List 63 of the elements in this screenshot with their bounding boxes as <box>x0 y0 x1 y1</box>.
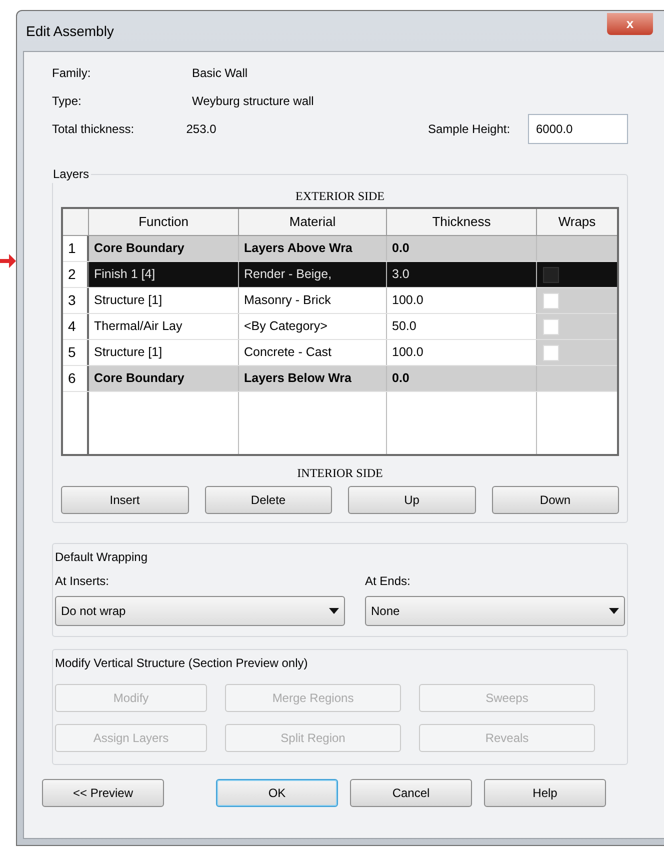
table-cell-text: Structure [1] <box>94 344 162 362</box>
dialog-button[interactable]: Cancel <box>350 779 472 807</box>
row-number: 6 <box>68 369 76 388</box>
property-value: 253.0 <box>186 121 218 138</box>
table-cell-text: Structure [1] <box>94 292 162 310</box>
column-header: Material <box>289 213 336 232</box>
dropdown[interactable]: Do not wrap <box>55 596 345 626</box>
exterior-caption: EXTERIOR SIDE <box>296 188 384 205</box>
dropdown-caret-icon <box>329 608 339 614</box>
column-header: Function <box>138 213 188 232</box>
dialog-button[interactable]: Delete <box>204 486 332 514</box>
table-cell-text: Thermal/Air Lay <box>94 318 182 336</box>
sample-height-label: Sample Height: <box>428 121 512 138</box>
row-number: 1 <box>68 239 76 258</box>
dialog-button[interactable]: Down <box>492 486 619 514</box>
column-header: Wraps <box>558 213 596 232</box>
group-title: Modify Vertical Structure (Section Preview only) <box>55 655 309 672</box>
pointer-arrow-icon <box>0 254 16 268</box>
table-cell-text: 0.0 <box>392 370 410 388</box>
row-number: 3 <box>68 291 76 310</box>
table-cell-text: Layers Above Wra <box>244 240 352 258</box>
property-label: Total thickness: <box>52 121 136 138</box>
table-cell-text: 100.0 <box>392 292 424 310</box>
dialog-button[interactable]: OK <box>216 779 338 807</box>
layer-row[interactable]: 6 Core Boundary Layers Below Wra 0.0 <box>63 366 617 392</box>
dropdown-label: At Inserts: <box>55 573 110 590</box>
dropdown-caret-icon <box>609 608 619 614</box>
table-cell-text: Layers Below Wra <box>244 370 352 388</box>
table-cell-text: Finish 1 [4] <box>94 266 156 284</box>
table-cell-text: 3.0 <box>392 266 410 284</box>
sample-height-field[interactable]: 6000.0 <box>528 114 628 144</box>
table-cell-text: Masonry - Brick <box>244 292 331 310</box>
table-cell-text: <By Category> <box>244 318 328 336</box>
table-cell-text: Render - Beige, <box>244 266 332 284</box>
dropdown[interactable]: None <box>365 596 625 626</box>
dialog-button[interactable]: Up <box>348 486 476 514</box>
layer-row[interactable]: 4 Thermal/Air Lay <By Category> 50.0 <box>63 314 617 340</box>
layer-row[interactable]: 1 Core Boundary Layers Above Wra 0.0 <box>63 236 617 262</box>
property-label: Type: <box>52 93 82 110</box>
dialog-button[interactable]: << Preview <box>42 779 164 807</box>
table-cell-text: Concrete - Cast <box>244 344 332 362</box>
table-cell-text: Core Boundary <box>94 240 184 258</box>
property-value: Weyburg structure wall <box>192 93 315 110</box>
layer-row[interactable]: 5 Structure [1] Concrete - Cast 100.0 <box>63 340 617 366</box>
layer-row[interactable]: 3 Structure [1] Masonry - Brick 100.0 <box>63 288 617 314</box>
dropdown-label: At Ends: <box>365 573 412 590</box>
property-label: Family: <box>52 65 92 82</box>
table-cell-text: 100.0 <box>392 344 424 362</box>
group-title: Default Wrapping <box>55 549 148 566</box>
table-cell-text: 0.0 <box>392 240 410 258</box>
row-number: 4 <box>68 317 76 336</box>
dialog-button[interactable]: Help <box>484 779 606 807</box>
table-cell-text: 50.0 <box>392 318 416 336</box>
row-number: 5 <box>68 343 76 362</box>
layer-row[interactable]: 2 Finish 1 [4] Render - Beige, 3.0 <box>63 262 617 288</box>
column-header: Thickness <box>432 213 491 232</box>
property-value: Basic Wall <box>192 65 249 82</box>
interior-caption: INTERIOR SIDE <box>297 465 383 482</box>
dialog-button[interactable]: Insert <box>61 486 188 514</box>
row-number: 2 <box>68 265 76 284</box>
window-title: Edit Assembly <box>26 22 114 41</box>
table-cell-text: Core Boundary <box>94 370 184 388</box>
wraps-checkbox[interactable] <box>543 266 559 282</box>
